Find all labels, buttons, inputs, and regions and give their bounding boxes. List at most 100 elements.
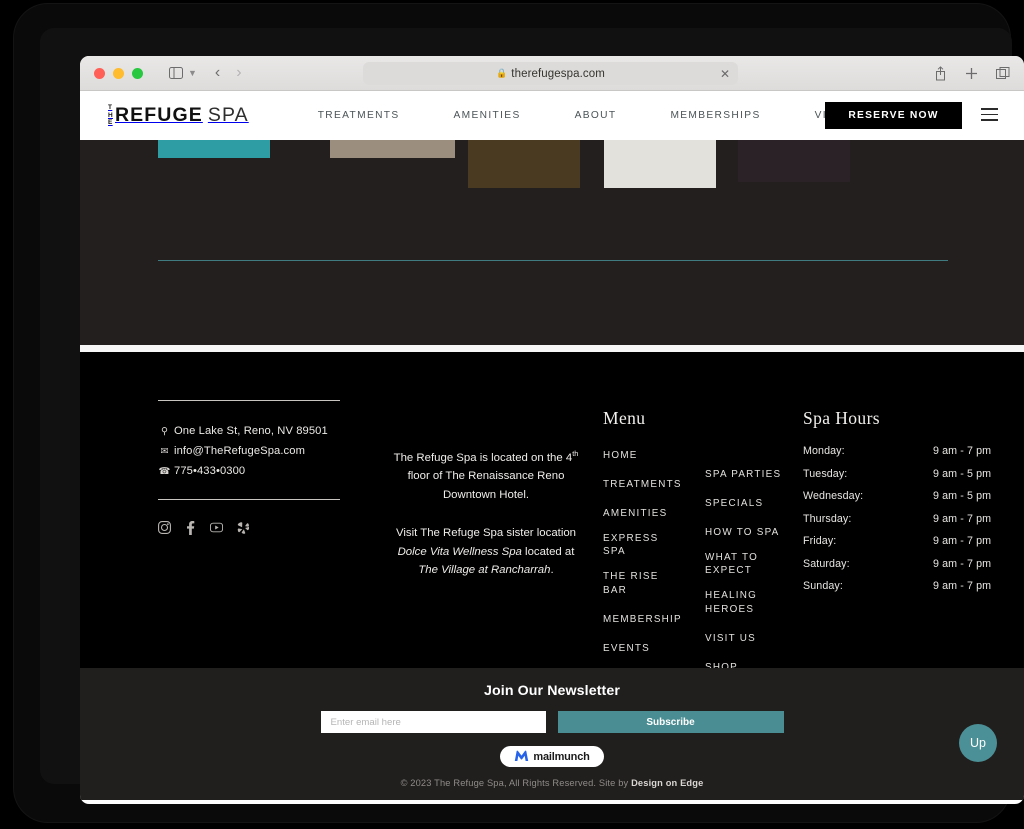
contact-address-text: One Lake St, Reno, NV 89501 [174, 425, 328, 437]
list-item: EXPRESS SPA [603, 532, 681, 559]
envelope-icon: ✉ [160, 445, 169, 457]
subscribe-button[interactable]: Subscribe [557, 711, 784, 733]
site-credit-link[interactable]: Design on Edge [631, 778, 703, 788]
footer-contact-column: ⚲ One Lake St, Reno, NV 89501 ✉ info@The… [158, 400, 340, 535]
contact-email-row[interactable]: ✉ info@TheRefugeSpa.com [158, 445, 340, 457]
contact-details: ⚲ One Lake St, Reno, NV 89501 ✉ info@The… [158, 425, 340, 477]
close-window-button[interactable] [94, 67, 105, 79]
footer-link-events[interactable]: EVENTS [603, 642, 650, 655]
sidebar-toggle-icon[interactable] [169, 67, 183, 79]
scroll-to-top-button[interactable]: Up [959, 724, 997, 762]
contact-address-row[interactable]: ⚲ One Lake St, Reno, NV 89501 [158, 425, 340, 437]
minimize-window-button[interactable] [113, 67, 124, 79]
footer-link-specials[interactable]: SPECIALS [705, 497, 763, 510]
plus-icon[interactable] [965, 67, 978, 80]
nav-item-about[interactable]: ABOUT [548, 110, 644, 121]
logo-refuge-text: REFUGE [115, 104, 203, 126]
email-input[interactable] [320, 711, 546, 733]
nav-item-amenities[interactable]: AMENITIES [427, 110, 548, 121]
site-header: THE REFUGE SPA TREATMENTS AMENITIES ABOU… [80, 91, 1024, 140]
forward-arrow-icon[interactable]: › [236, 64, 241, 82]
youtube-icon[interactable] [210, 521, 223, 534]
tab-overview-icon[interactable] [996, 67, 1010, 80]
contact-phone-text: 775•433•0300 [174, 465, 246, 477]
hours-row-friday: Friday: 9 am - 7 pm [803, 535, 1003, 547]
nav-item-memberships[interactable]: MEMBERSHIPS [643, 110, 787, 121]
footer-link-membership[interactable]: MEMBERSHIP [603, 613, 682, 626]
browser-window: ▼ ‹ › 🔒 therefugespa.com ✕ T H E REFUGE … [80, 56, 1024, 804]
footer-link-spa-parties[interactable]: SPA PARTIES [705, 468, 781, 481]
list-item: HOME [603, 445, 681, 463]
hours-day-label: Tuesday: [803, 467, 848, 480]
mailmunch-badge[interactable]: mailmunch [500, 746, 604, 767]
list-item: WHAT TO EXPECT [705, 551, 789, 578]
chevron-down-icon[interactable]: ▼ [188, 68, 197, 78]
logo-the-text: THE [108, 104, 113, 127]
footer-link-what-to-expect[interactable]: WHAT TO EXPECT [705, 551, 789, 578]
location-line-2b: located at [521, 545, 575, 558]
list-item: VISIT US [705, 628, 789, 646]
site-logo[interactable]: THE REFUGE SPA [108, 104, 249, 127]
footer-hours-column: Spa Hours Monday: 9 am - 7 pm Tuesday: 9… [803, 408, 1003, 603]
list-item: EVENTS [603, 638, 681, 656]
footer-link-amenities[interactable]: AMENITIES [603, 507, 667, 520]
phone-icon: ☎ [158, 465, 171, 477]
footer-link-visit-us[interactable]: VISIT US [705, 632, 756, 645]
address-bar[interactable]: 🔒 therefugespa.com ✕ [363, 62, 738, 85]
footer-link-the-rise-bar[interactable]: THE RISE BAR [603, 570, 681, 597]
footer-link-treatments[interactable]: TREATMENTS [603, 478, 682, 491]
footer-link-how-to-spa[interactable]: HOW TO SPA [705, 526, 780, 539]
newsletter-section: Join Our Newsletter Subscribe mailmunch … [80, 668, 1024, 800]
hours-day-label: Wednesday: [803, 490, 864, 502]
sister-location-name: Dolce Vita Wellness Spa [397, 545, 522, 558]
nav-item-treatments[interactable]: TREATMENTS [291, 110, 427, 121]
thumbnail-4[interactable] [604, 140, 716, 188]
yelp-icon[interactable] [236, 521, 249, 534]
hours-time-value: 9 am - 7 pm [933, 557, 992, 570]
logo-spa-text: SPA [207, 104, 249, 126]
thumbnail-2[interactable] [330, 140, 455, 158]
hamburger-bar [981, 119, 998, 121]
maximize-window-button[interactable] [132, 67, 143, 79]
hamburger-bar [981, 113, 998, 116]
list-item: SPECIALS [705, 493, 789, 511]
browser-titlebar: ▼ ‹ › 🔒 therefugespa.com ✕ [80, 56, 1024, 91]
list-item: HOW TO SPA [705, 522, 789, 540]
location-line-1b: floor of The Renaissance Reno Downtown H… [407, 470, 565, 501]
hours-time-value: 9 am - 5 pm [933, 467, 992, 480]
hours-day-label: Sunday: [803, 580, 843, 592]
footer-link-home[interactable]: HOME [603, 449, 638, 462]
share-icon[interactable] [934, 66, 947, 81]
hamburger-icon[interactable] [981, 108, 998, 121]
list-item: HEALING HEROES [705, 589, 789, 616]
footer-link-healing-heroes[interactable]: HEALING HEROES [705, 589, 789, 616]
footer-link-express-spa[interactable]: EXPRESS SPA [603, 532, 681, 559]
footer-hours-heading: Spa Hours [803, 408, 881, 428]
page-content-area [80, 140, 1024, 345]
location-line-2c: . [550, 564, 554, 577]
newsletter-form: Subscribe [80, 711, 1024, 733]
list-item: SPA PARTIES [705, 464, 789, 482]
hours-row-wednesday: Wednesday: 9 am - 5 pm [803, 490, 1003, 502]
footer-menu-heading: Menu [603, 408, 646, 428]
thumbnail-1[interactable] [158, 140, 270, 158]
contact-phone-row[interactable]: ☎ 775•433•0300 [158, 465, 340, 477]
reserve-now-button[interactable]: RESERVE NOW [825, 102, 962, 129]
hours-time-value: 9 am - 5 pm [933, 490, 992, 502]
back-arrow-icon[interactable]: ‹ [215, 64, 220, 82]
facebook-icon[interactable] [184, 520, 197, 535]
contact-divider-top [158, 400, 340, 401]
thumbnail-5[interactable] [738, 140, 850, 182]
url-text: therefugespa.com [511, 67, 605, 80]
window-controls[interactable] [94, 67, 143, 79]
thumbnail-3[interactable] [468, 140, 580, 188]
hours-time-value: 9 am - 7 pm [933, 512, 992, 525]
list-item: AMENITIES [603, 503, 681, 521]
instagram-icon[interactable] [158, 521, 171, 534]
image-thumbnail-strip [80, 140, 1024, 188]
close-icon[interactable]: ✕ [720, 67, 730, 81]
hours-day-label: Friday: [803, 535, 837, 547]
hours-time-value: 9 am - 7 pm [933, 445, 992, 457]
newsletter-heading: Join Our Newsletter [484, 683, 620, 699]
section-separator-band [80, 345, 1024, 352]
